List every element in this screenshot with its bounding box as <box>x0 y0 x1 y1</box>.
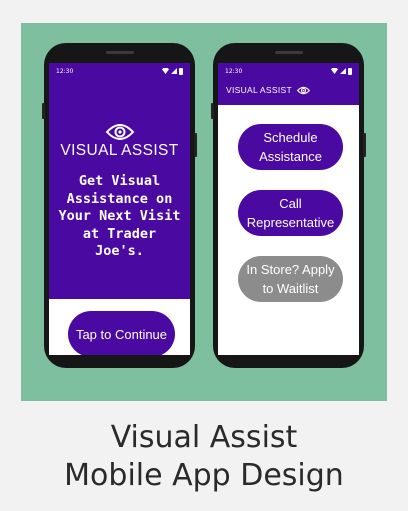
phone-menu: 12:30 VISUAL ASSIST Schedule Assistance … <box>211 43 366 368</box>
status-time: 12:30 <box>225 67 243 75</box>
caption-subtitle: Mobile App Design <box>64 458 344 493</box>
volume-button <box>42 103 45 119</box>
phone-welcome: 12:30 VISUAL ASSIST Get Visual Assistanc… <box>42 43 197 368</box>
signal-icon <box>171 68 177 74</box>
wifi-icon <box>331 68 338 74</box>
schedule-assistance-button[interactable]: Schedule Assistance <box>238 124 343 170</box>
continue-button[interactable]: Tap to Continue <box>68 311 175 355</box>
power-button <box>363 133 366 157</box>
apply-waitlist-button[interactable]: In Store? Apply to Waitlist <box>238 256 343 302</box>
call-representative-button[interactable]: Call Representative <box>238 190 343 236</box>
volume-button <box>211 103 214 119</box>
wifi-icon <box>162 68 169 74</box>
welcome-screen: 12:30 VISUAL ASSIST Get Visual Assistanc… <box>49 63 190 355</box>
battery-icon <box>348 67 352 75</box>
welcome-hero: 12:30 VISUAL ASSIST Get Visual Assistanc… <box>49 63 190 299</box>
app-bar-title-text: VISUAL ASSIST <box>226 85 292 95</box>
app-bar-title: VISUAL ASSIST <box>226 85 311 95</box>
app-title: VISUAL ASSIST <box>60 142 179 159</box>
welcome-description: Get Visual Assistance on Your Next Visit… <box>58 173 181 259</box>
status-bar: 12:30 <box>49 63 190 79</box>
battery-icon <box>179 67 183 75</box>
signal-icon <box>340 68 346 74</box>
phone-speaker <box>105 51 134 54</box>
app-bar: 12:30 VISUAL ASSIST <box>218 63 359 105</box>
status-time: 12:30 <box>56 67 74 75</box>
phone-speaker <box>274 51 303 54</box>
menu-screen: 12:30 VISUAL ASSIST Schedule Assistance … <box>218 63 359 355</box>
eye-icon <box>105 124 134 140</box>
power-button <box>194 133 197 157</box>
status-bar: 12:30 <box>218 63 359 79</box>
caption-title: Visual Assist <box>110 420 298 455</box>
eye-icon <box>296 86 311 94</box>
